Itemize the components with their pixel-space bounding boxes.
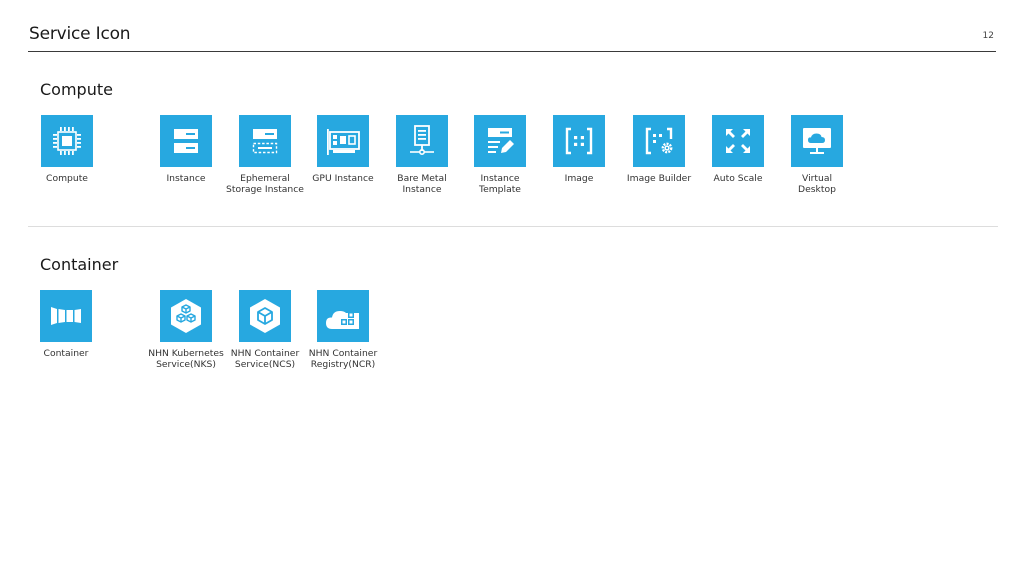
cpu-chip-icon <box>41 115 93 167</box>
image-bracket-icon <box>553 115 605 167</box>
service-label: GPU Instance <box>312 173 374 184</box>
instance-template-icon <box>474 115 526 167</box>
container-service-hexagon-icon <box>239 290 291 342</box>
service-item-compute[interactable]: Compute <box>22 115 112 184</box>
service-item-nks[interactable]: NHN Kubernetes Service(NKS) <box>141 290 231 370</box>
service-label: Instance Template <box>479 173 521 195</box>
container-icon <box>40 290 92 342</box>
service-item-instance[interactable]: Instance <box>141 115 231 184</box>
bare-metal-server-icon <box>396 115 448 167</box>
image-builder-icon <box>633 115 685 167</box>
service-label: Image <box>564 173 594 184</box>
service-item-gpu-instance[interactable]: GPU Instance <box>298 115 388 184</box>
service-item-container[interactable]: Container <box>21 290 111 359</box>
service-item-virtual-desktop[interactable]: Virtual Desktop <box>772 115 862 195</box>
service-label: NHN Container Service(NCS) <box>230 348 300 370</box>
service-label: Image Builder <box>626 173 692 184</box>
auto-scale-icon <box>712 115 764 167</box>
ephemeral-storage-icon <box>239 115 291 167</box>
gpu-card-icon <box>317 115 369 167</box>
virtual-desktop-icon <box>791 115 843 167</box>
service-item-ephemeral-storage-instance[interactable]: Ephemeral Storage Instance <box>220 115 310 195</box>
page-title: Service Icon <box>29 24 131 44</box>
section-title-container: Container <box>40 255 119 274</box>
service-label: NHN Kubernetes Service(NKS) <box>148 348 224 370</box>
service-item-instance-template[interactable]: Instance Template <box>455 115 545 195</box>
service-label: Bare Metal Instance <box>397 173 447 195</box>
header-rule <box>28 51 996 52</box>
service-label: NHN Container Registry(NCR) <box>308 348 378 370</box>
service-item-ncr[interactable]: NHN Container Registry(NCR) <box>298 290 388 370</box>
service-item-image[interactable]: Image <box>534 115 624 184</box>
container-registry-icon <box>317 290 369 342</box>
service-label: Compute <box>46 173 88 184</box>
service-label: Instance <box>166 173 206 184</box>
service-item-ncs[interactable]: NHN Container Service(NCS) <box>220 290 310 370</box>
service-label: Auto Scale <box>713 173 763 184</box>
page-number: 12 <box>982 31 994 41</box>
service-item-image-builder[interactable]: Image Builder <box>614 115 704 184</box>
section-divider <box>28 226 998 227</box>
service-item-auto-scale[interactable]: Auto Scale <box>693 115 783 184</box>
service-item-bare-metal-instance[interactable]: Bare Metal Instance <box>377 115 467 195</box>
section-title-compute: Compute <box>40 80 113 99</box>
service-label: Ephemeral Storage Instance <box>226 173 304 195</box>
service-label: Virtual Desktop <box>798 173 836 195</box>
kubernetes-hexagon-icon <box>160 290 212 342</box>
server-icon <box>160 115 212 167</box>
service-label: Container <box>43 348 89 359</box>
